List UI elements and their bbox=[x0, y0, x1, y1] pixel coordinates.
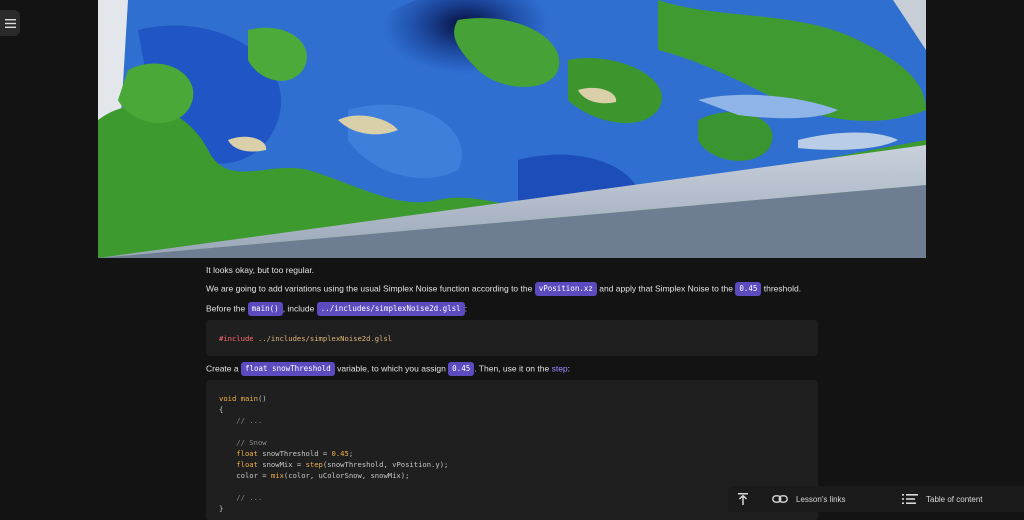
hamburger-menu-icon bbox=[4, 18, 16, 28]
code-token: ; bbox=[348, 449, 354, 458]
code-token: (snowThreshold, vPosition.y); bbox=[322, 460, 449, 469]
paragraph-snow-threshold: Create a float snowThreshold variable, t… bbox=[206, 362, 570, 376]
code-block-include[interactable]: #include ../includes/simplexNoise2d.glsl bbox=[206, 320, 818, 356]
terrain-render-image bbox=[98, 0, 926, 258]
code-token: snowMix = bbox=[257, 460, 306, 469]
menu-button[interactable] bbox=[0, 10, 20, 36]
text: , include bbox=[282, 303, 317, 314]
code-line: } bbox=[219, 504, 224, 513]
step-link[interactable]: step bbox=[552, 363, 568, 373]
code-token: ../includes/simplexNoise2d.glsl bbox=[253, 334, 393, 343]
text: : bbox=[464, 303, 468, 314]
code-token: step bbox=[305, 460, 323, 469]
lessons-links-button[interactable]: Lesson's links bbox=[758, 486, 894, 512]
paragraph-variations: We are going to add variations using the… bbox=[206, 282, 801, 296]
code-line: { bbox=[219, 405, 224, 414]
code-token: main bbox=[236, 394, 258, 403]
code-token: snowThreshold = bbox=[257, 449, 332, 458]
list-icon bbox=[902, 494, 918, 504]
lessons-links-label: Lesson's links bbox=[796, 494, 846, 504]
paragraph-include: Before the main(), include ../includes/s… bbox=[206, 302, 467, 316]
code-comment: // ... bbox=[219, 416, 263, 425]
scroll-to-top-button[interactable] bbox=[728, 486, 758, 512]
link-icon bbox=[772, 495, 788, 503]
paragraph-regular: It looks okay, but too regular. bbox=[206, 265, 315, 275]
text: We are going to add variations using the… bbox=[206, 283, 535, 294]
code-token: 0.45 bbox=[331, 449, 349, 458]
inline-code: main() bbox=[247, 302, 283, 316]
inline-code: 0.45 bbox=[448, 362, 475, 376]
table-of-content-button[interactable]: Table of content bbox=[894, 486, 982, 512]
inline-code: ../includes/simplexNoise2d.glsl bbox=[316, 302, 465, 316]
text: variable, to which you assign bbox=[334, 363, 449, 374]
inline-code: 0.45 bbox=[735, 282, 762, 296]
inline-code: vPosition.xz bbox=[534, 282, 597, 296]
code-comment: // ... bbox=[219, 493, 263, 502]
text: threshold. bbox=[761, 283, 802, 294]
code-token: float bbox=[219, 460, 258, 469]
text: Create a bbox=[206, 363, 241, 374]
code-token: void bbox=[219, 394, 237, 403]
text: and apply that Simplex Noise to the bbox=[596, 283, 736, 294]
arrow-to-top-icon bbox=[738, 493, 748, 505]
code-token: color = bbox=[219, 471, 271, 480]
code-token: float bbox=[219, 449, 258, 458]
text: Before the bbox=[206, 303, 248, 314]
code-comment: // Snow bbox=[219, 438, 267, 447]
code-token: (color, uColorSnow, snowMix); bbox=[283, 471, 410, 480]
code-block-main[interactable]: void main() { // ... // Snow float snowT… bbox=[206, 380, 818, 520]
text: . Then, use it on the bbox=[474, 363, 552, 374]
code-token: #include bbox=[219, 334, 254, 343]
bottom-toolbar: Lesson's links Table of content bbox=[728, 486, 1024, 512]
table-of-content-label: Table of content bbox=[926, 494, 983, 504]
code-token: () bbox=[257, 394, 267, 403]
code-token: mix bbox=[270, 471, 284, 480]
text: : bbox=[567, 363, 571, 374]
inline-code: float snowThreshold bbox=[240, 362, 335, 376]
